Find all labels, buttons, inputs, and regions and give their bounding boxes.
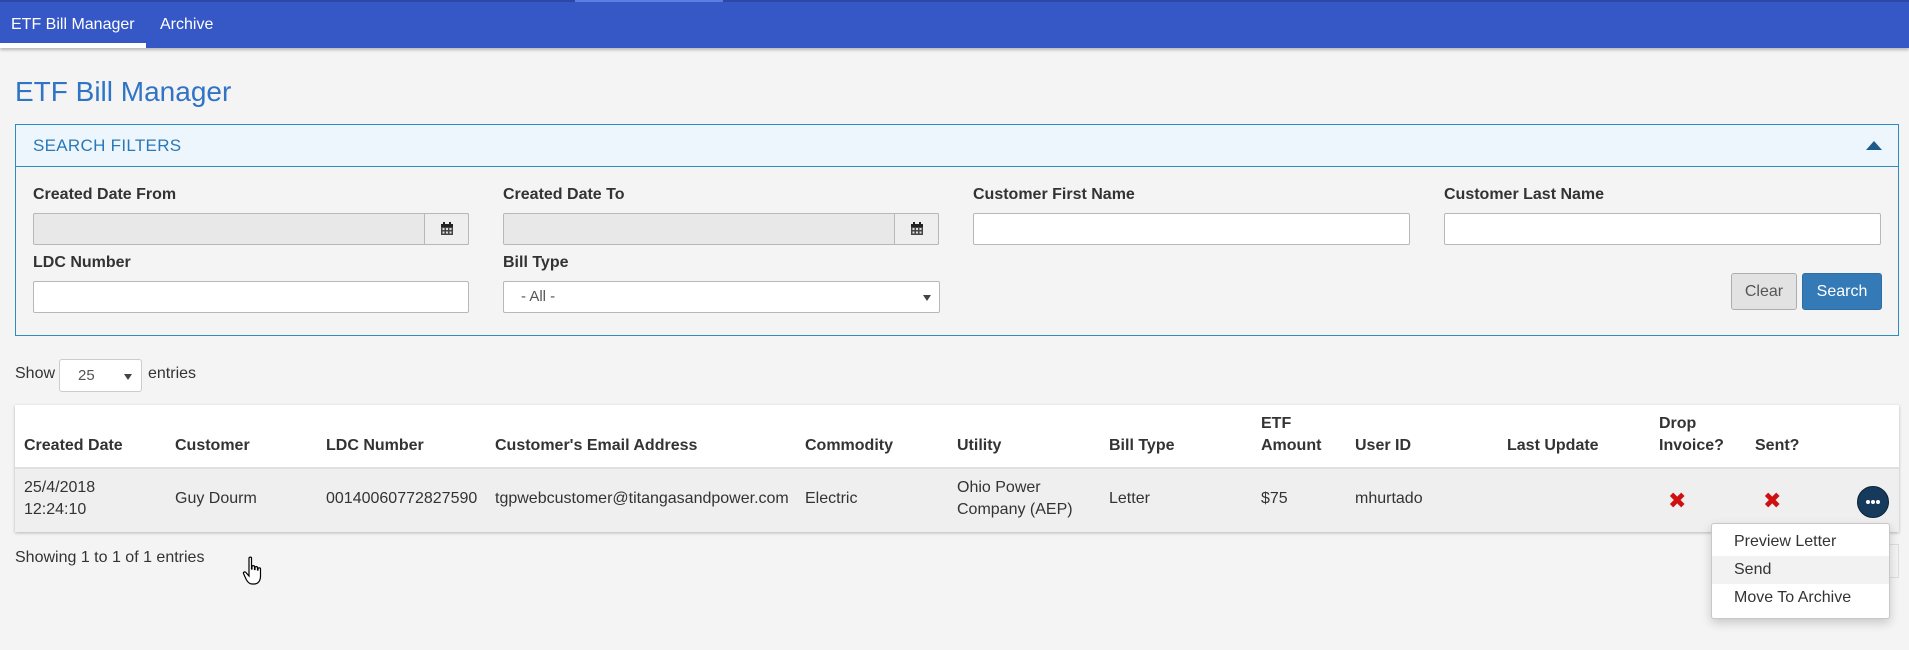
calendar-icon: [910, 222, 923, 235]
chevron-down-icon: [923, 295, 931, 301]
search-filters-header[interactable]: SEARCH FILTERS: [16, 125, 1898, 167]
table-header: Created Date Customer LDC Number Custome…: [15, 405, 1899, 469]
menu-item-preview-letter[interactable]: Preview Letter: [1712, 528, 1889, 556]
col-drop-invoice[interactable]: Drop Invoice?: [1659, 413, 1724, 457]
nav-tab-archive[interactable]: Archive: [149, 2, 224, 48]
customer-last-name-label: Customer Last Name: [1444, 186, 1605, 203]
row-actions-menu: Preview Letter Send Move To Archive: [1711, 523, 1890, 619]
col-created-date[interactable]: Created Date: [24, 435, 123, 457]
cell-created-date: 25/4/2018 12:24:10: [24, 479, 96, 518]
cell-bill-type: Letter: [1109, 490, 1150, 507]
bill-type-select[interactable]: - All -: [503, 281, 940, 313]
menu-item-move-to-archive[interactable]: Move To Archive: [1712, 584, 1889, 612]
chevron-down-icon: [124, 374, 132, 380]
col-last-update[interactable]: Last Update: [1507, 435, 1599, 457]
customer-last-name-input[interactable]: [1444, 213, 1881, 245]
calendar-button-to[interactable]: [894, 213, 939, 245]
created-date-from-label: Created Date From: [33, 186, 177, 203]
table-info: Showing 1 to 1 of 1 entries: [15, 549, 205, 566]
ldc-number-input[interactable]: [33, 281, 469, 313]
entries-per-page-value: 25: [78, 367, 95, 384]
col-etf-amount[interactable]: ETF Amount: [1261, 413, 1321, 457]
col-email[interactable]: Customer's Email Address: [495, 435, 697, 457]
top-nav: ETF Bill Manager Archive: [0, 0, 1909, 48]
col-commodity[interactable]: Commodity: [805, 435, 893, 457]
entries-per-page-select[interactable]: 25: [59, 359, 142, 392]
cell-commodity: Electric: [805, 490, 858, 507]
cell-etf-amount: $75: [1261, 490, 1288, 507]
nav-highlight: [575, 0, 723, 2]
ldc-number-label: LDC Number: [33, 254, 131, 271]
customer-first-name-input[interactable]: [973, 213, 1410, 245]
table-row[interactable]: 25/4/2018 12:24:10 Guy Dourm 00140060772…: [15, 469, 1899, 532]
created-date-to-label: Created Date To: [503, 186, 625, 203]
col-utility[interactable]: Utility: [957, 435, 1001, 457]
search-button[interactable]: Search: [1802, 273, 1882, 310]
menu-item-send[interactable]: Send: [1712, 556, 1889, 584]
search-filters-panel: SEARCH FILTERS Created Date From Created…: [15, 124, 1899, 336]
row-actions-button[interactable]: [1857, 486, 1889, 518]
col-bill-type[interactable]: Bill Type: [1109, 435, 1175, 457]
created-date-from-input[interactable]: [33, 213, 469, 245]
created-date-to-input[interactable]: [503, 213, 939, 245]
col-sent[interactable]: Sent?: [1755, 435, 1799, 457]
cell-customer: Guy Dourm: [175, 490, 257, 507]
nav-tab-etf-bill-manager[interactable]: ETF Bill Manager: [0, 2, 146, 48]
bill-type-selected: - All -: [521, 288, 556, 305]
bills-table: Created Date Customer LDC Number Custome…: [15, 405, 1899, 532]
bill-type-label: Bill Type: [503, 254, 569, 271]
col-customer[interactable]: Customer: [175, 435, 250, 457]
cell-user-id: mhurtado: [1355, 490, 1423, 507]
customer-first-name-label: Customer First Name: [973, 186, 1135, 203]
show-entries-label: Show: [15, 365, 56, 382]
page-title: ETF Bill Manager: [15, 76, 232, 107]
sent-no-icon: ✖: [1763, 488, 1782, 513]
drop-invoice-no-icon: ✖: [1668, 488, 1687, 513]
col-ldc-number[interactable]: LDC Number: [326, 435, 424, 457]
clear-button[interactable]: Clear: [1731, 273, 1797, 310]
cell-email: tgpwebcustomer@titangasandpower.com: [495, 490, 789, 507]
entries-suffix-label: entries: [148, 365, 197, 382]
chevron-up-icon[interactable]: [1866, 141, 1882, 150]
more-icon: [1866, 500, 1880, 504]
col-user-id[interactable]: User ID: [1355, 435, 1411, 457]
cell-ldc-number: 00140060772827590: [326, 490, 478, 507]
search-filters-title: SEARCH FILTERS: [33, 136, 182, 155]
hand-cursor-icon: [242, 556, 262, 585]
cell-utility: Ohio Power Company (AEP): [957, 479, 1073, 518]
calendar-button-from[interactable]: [424, 213, 469, 245]
calendar-icon: [440, 222, 453, 235]
